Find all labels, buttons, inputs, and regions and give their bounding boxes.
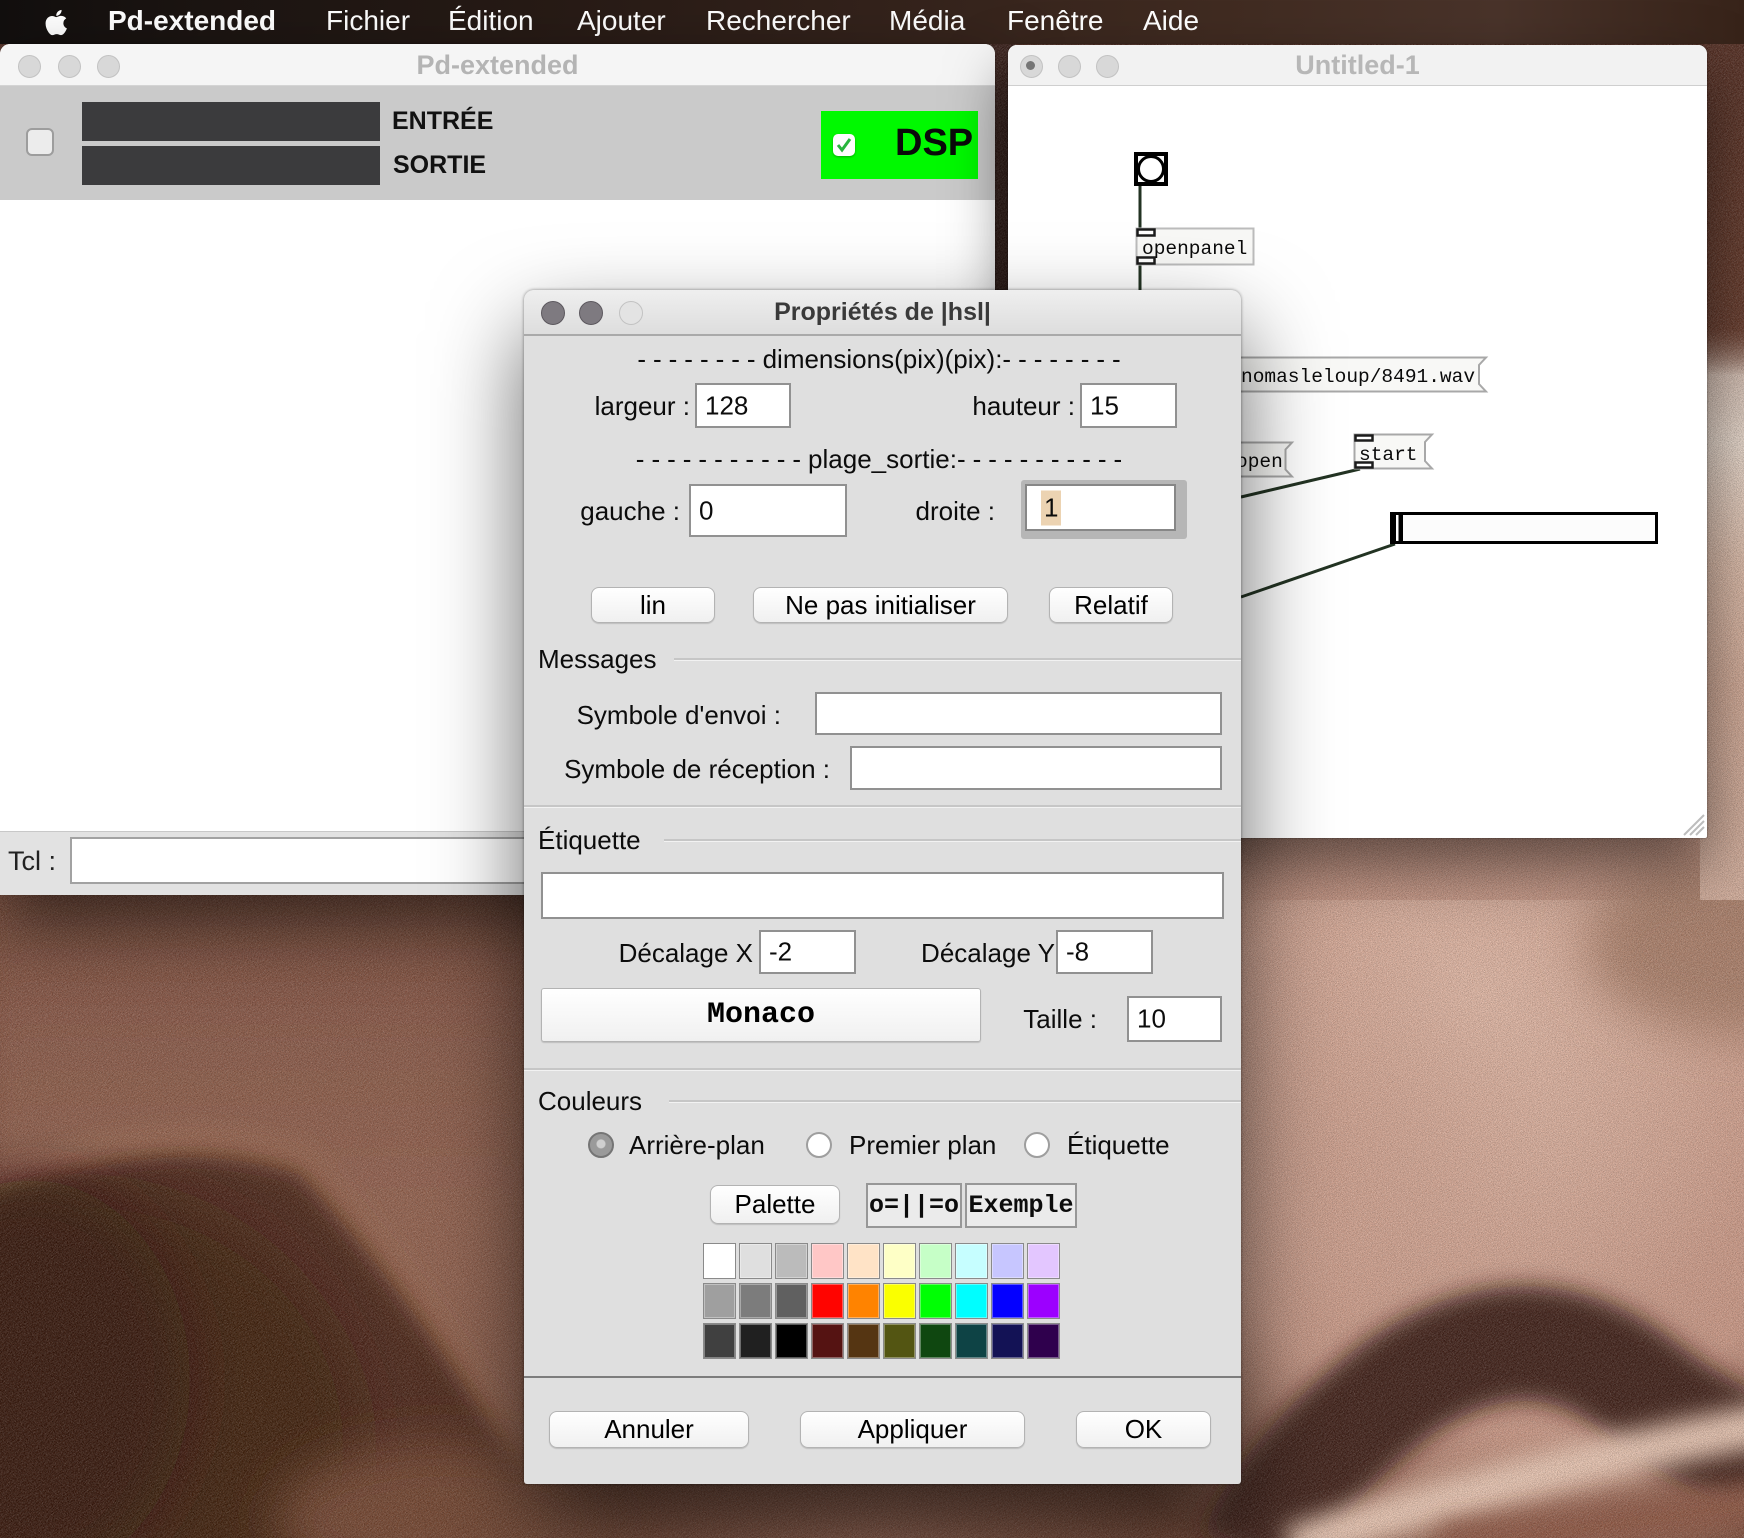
- svg-text:nomasleloup/8491.wav: nomasleloup/8491.wav: [1241, 366, 1475, 388]
- svg-text:start: start: [1359, 444, 1418, 466]
- svg-text:open: open: [1236, 451, 1283, 473]
- svg-text:openpanel: openpanel: [1142, 238, 1247, 260]
